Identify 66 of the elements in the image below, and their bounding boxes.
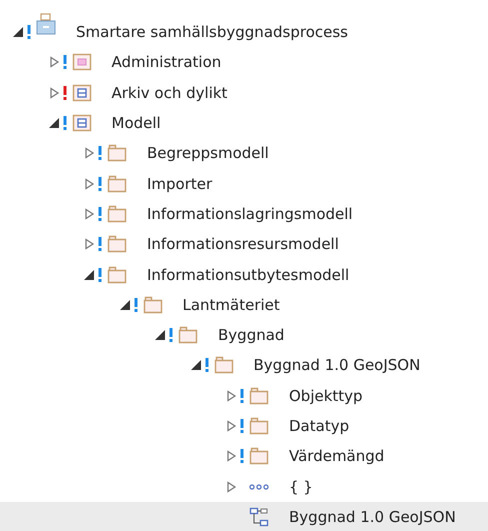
folder-icon bbox=[249, 446, 269, 466]
tree-item[interactable]: Datatyp bbox=[0, 410, 488, 442]
folder-icon bbox=[107, 174, 127, 194]
expand-toggle-icon[interactable] bbox=[48, 56, 60, 68]
collapse-toggle-icon[interactable] bbox=[154, 329, 166, 342]
item-label: Modell bbox=[112, 114, 161, 132]
item-label: Byggnad bbox=[218, 326, 284, 344]
item-label: Smartare samhällsbyggnadsprocess bbox=[76, 23, 348, 42]
collapse-toggle-icon[interactable] bbox=[118, 298, 130, 311]
item-label: Administration bbox=[112, 53, 222, 72]
collapse-toggle-icon[interactable] bbox=[48, 117, 60, 130]
collapse-toggle-icon[interactable] bbox=[83, 268, 95, 281]
item-label: Objekttyp bbox=[289, 386, 363, 405]
item-label: Begreppsmodell bbox=[147, 144, 269, 162]
folder-icon bbox=[107, 204, 127, 224]
tree-item[interactable]: Värdemängd bbox=[0, 441, 488, 472]
folder-icon bbox=[178, 325, 198, 346]
folder-icon bbox=[107, 143, 127, 164]
tree-item[interactable]: { } bbox=[0, 471, 488, 502]
item-label: Informationsresursmodell bbox=[147, 235, 339, 254]
folder-icon bbox=[249, 416, 269, 436]
expand-toggle-icon[interactable] bbox=[83, 147, 95, 160]
package-icon bbox=[72, 52, 92, 72]
expand-toggle-icon[interactable] bbox=[225, 420, 237, 432]
tree-item[interactable]: Lantmäteriet bbox=[0, 290, 488, 320]
tree-item[interactable]: Byggnad 1.0 GeoJSON bbox=[0, 502, 488, 531]
item-label: Byggnad 1.0 GeoJSON bbox=[289, 508, 456, 526]
expand-toggle-icon[interactable] bbox=[83, 238, 95, 250]
tree-item[interactable]: Byggnad bbox=[0, 320, 488, 350]
folder-icon bbox=[142, 294, 162, 315]
collapse-toggle-icon[interactable] bbox=[190, 359, 202, 372]
item-label: Värdemängd bbox=[289, 447, 384, 466]
item-label: Datatyp bbox=[289, 417, 350, 435]
expand-toggle-icon[interactable] bbox=[225, 450, 237, 462]
item-label: Arkiv och dylikt bbox=[112, 84, 228, 102]
item-label: { } bbox=[289, 478, 313, 496]
expand-toggle-icon[interactable] bbox=[83, 208, 95, 220]
item-label: Lantmäteriet bbox=[182, 296, 280, 314]
expand-toggle-icon[interactable] bbox=[225, 390, 237, 402]
tree-item[interactable]: Administration bbox=[0, 47, 488, 78]
tree-item[interactable]: Informationslagringsmodell bbox=[0, 198, 488, 230]
item-label: Importer bbox=[147, 174, 212, 193]
folder-icon bbox=[107, 264, 127, 285]
diagram-icon bbox=[249, 506, 269, 527]
tree-item[interactable]: Modell bbox=[0, 108, 488, 138]
expand-toggle-icon[interactable] bbox=[225, 480, 237, 493]
collapse-toggle-icon[interactable] bbox=[12, 26, 24, 38]
tree-item[interactable]: Importer bbox=[0, 168, 488, 199]
package-icon bbox=[72, 82, 92, 103]
folder-icon bbox=[249, 386, 269, 406]
item-label: Informationsutbytesmodell bbox=[147, 266, 350, 284]
expand-toggle-icon[interactable] bbox=[83, 178, 95, 190]
item-label: Byggnad 1.0 GeoJSON bbox=[254, 356, 420, 374]
expand-toggle-icon[interactable] bbox=[48, 86, 60, 99]
item-label: Informationslagringsmodell bbox=[147, 204, 353, 223]
folder-icon bbox=[214, 355, 234, 376]
tree-item[interactable]: Arkiv och dylikt bbox=[0, 78, 488, 108]
tree-item[interactable]: Informationsresursmodell bbox=[0, 229, 488, 260]
tree-item[interactable]: Objekttyp bbox=[0, 380, 488, 411]
folder-icon bbox=[107, 234, 127, 254]
dots-icon bbox=[249, 484, 269, 490]
package-icon bbox=[72, 113, 92, 134]
tree-item[interactable]: Byggnad 1.0 GeoJSON bbox=[0, 350, 488, 381]
tree-item[interactable]: Smartare samhällsbyggnadsprocess bbox=[0, 17, 488, 48]
tree-item[interactable]: Begreppsmodell bbox=[0, 138, 488, 168]
tree-item[interactable]: Informationsutbytesmodell bbox=[0, 259, 488, 290]
